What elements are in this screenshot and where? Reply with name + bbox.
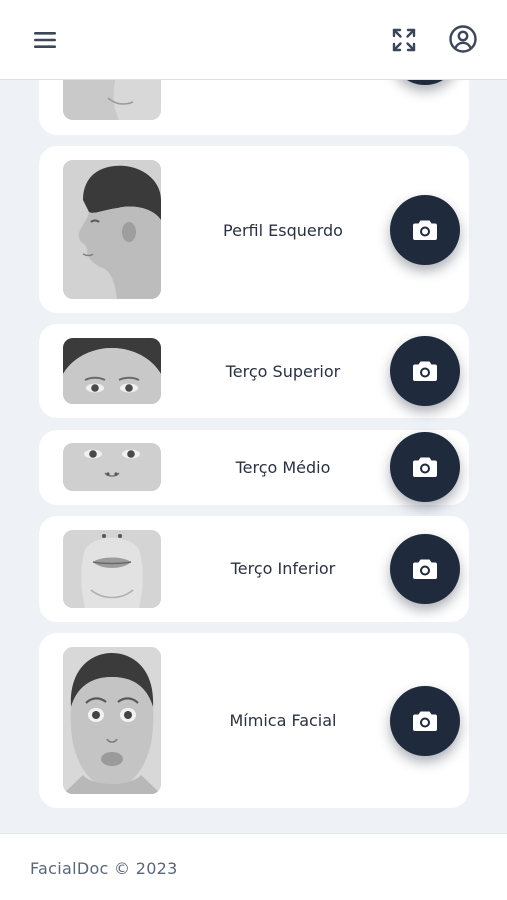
hamburger-menu-icon[interactable]: [28, 24, 62, 56]
photo-card-perfil-esquerdo: Perfil Esquerdo: [39, 146, 469, 313]
camera-icon: [413, 361, 437, 381]
photo-card-terco-medio: Terço Médio: [39, 430, 469, 505]
camera-icon: [413, 457, 437, 477]
photo-card: [39, 80, 469, 135]
camera-button[interactable]: [390, 686, 460, 756]
camera-button[interactable]: [390, 195, 460, 265]
photo-card-mimica-facial: Mímica Facial: [39, 633, 469, 808]
camera-button[interactable]: [390, 80, 460, 85]
face-thumbnail: [63, 160, 161, 299]
user-circle-icon[interactable]: [444, 20, 482, 58]
camera-button[interactable]: [390, 534, 460, 604]
camera-icon: [413, 559, 437, 579]
face-thumbnail: [63, 530, 161, 608]
face-thumbnail: [63, 338, 161, 404]
fullscreen-expand-icon[interactable]: [386, 22, 422, 58]
footer: FacialDoc © 2023: [0, 833, 507, 900]
camera-button[interactable]: [390, 432, 460, 502]
face-thumbnail: [63, 80, 161, 120]
card-label: Terço Superior: [225, 362, 341, 381]
photo-card-terco-superior: Terço Superior: [39, 324, 469, 418]
top-app-bar: [0, 0, 507, 80]
card-label: Perfil Esquerdo: [223, 221, 343, 240]
footer-copyright: FacialDoc © 2023: [30, 859, 178, 878]
photo-list[interactable]: Perfil Esquerdo Terço Superior Terço Méd…: [0, 80, 507, 833]
face-thumbnail: [63, 647, 161, 794]
photo-card-terco-inferior: Terço Inferior: [39, 516, 469, 622]
face-thumbnail: [63, 443, 161, 491]
camera-icon: [413, 220, 437, 240]
card-label: Terço Inferior: [230, 559, 336, 578]
card-label: Terço Médio: [235, 458, 331, 477]
camera-icon: [413, 711, 437, 731]
card-label: Mímica Facial: [229, 711, 337, 730]
camera-button[interactable]: [390, 336, 460, 406]
